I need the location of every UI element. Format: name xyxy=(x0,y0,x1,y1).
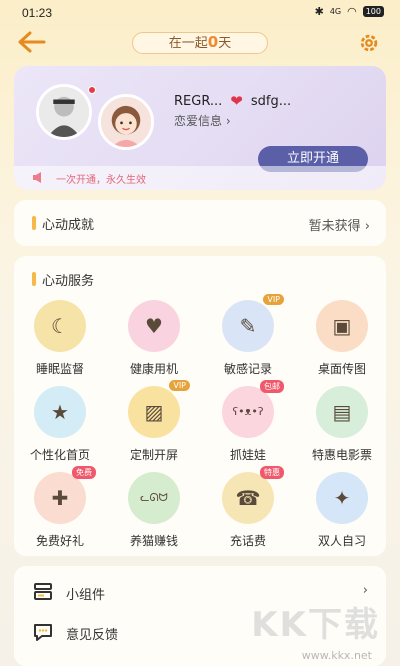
badge: VIP xyxy=(169,380,190,391)
service-cat[interactable]: ᓚᘏᗢ 养猫赚钱 xyxy=(112,472,196,549)
status-icons: ✱ 4G ◠ 100 xyxy=(315,5,384,18)
record-icon: ✎ VIP xyxy=(222,294,284,352)
feedback-icon xyxy=(34,624,52,641)
study-icon: ✦ xyxy=(316,472,368,524)
gift-icon: ✚ 免费 xyxy=(34,466,96,524)
service-sleep[interactable]: ☾ 睡眠监督 xyxy=(18,300,102,377)
widget-icon xyxy=(34,583,52,600)
section-marker xyxy=(32,272,36,286)
achievement-title: 心动成就 xyxy=(42,218,95,233)
avatar[interactable] xyxy=(36,84,92,140)
service-label: 充话费 xyxy=(229,534,266,548)
tool-label: 意见反馈 xyxy=(66,628,119,643)
gear-icon[interactable] xyxy=(358,32,380,54)
portrait-sketch-icon xyxy=(39,87,89,137)
service-label: 养猫赚钱 xyxy=(129,534,178,548)
title-suffix: 天 xyxy=(218,36,232,51)
promo-banner: 一次开通，永久生效 xyxy=(14,166,386,190)
health-icon: ♥ xyxy=(128,300,180,352)
bluetooth-icon: ✱ xyxy=(314,5,324,18)
service-label: 双人自习 xyxy=(317,534,366,548)
services-title: 心动服务 xyxy=(42,274,95,289)
service-image[interactable]: ▨ VIP 定制开屏 xyxy=(112,380,196,463)
achievement-row[interactable]: 心动成就 暂未获得 › xyxy=(14,200,386,246)
service-bear[interactable]: ʕ•ᴥ•ʔ 包邮抓娃娃 xyxy=(206,380,290,463)
service-label: 抓娃娃 xyxy=(229,448,266,462)
star-icon: ★ xyxy=(34,386,86,438)
heart-icon: ❤ xyxy=(230,92,243,110)
days-count: 0 xyxy=(207,33,219,51)
service-record[interactable]: ✎ VIP 敏感记录 xyxy=(206,294,290,377)
chevron-right-icon: › xyxy=(362,583,368,598)
header: 在一起0天 xyxy=(0,28,400,58)
badge: 包邮 xyxy=(260,380,284,393)
couple-profile-card: REGR... ❤ sdfg... 恋爱信息 › 立即开通 一次开通，永久生效 xyxy=(14,66,386,190)
service-label: 健康用机 xyxy=(129,362,178,376)
tool-label: 小组件 xyxy=(66,588,106,603)
badge: VIP xyxy=(263,294,284,305)
service-label: 敏感记录 xyxy=(223,362,272,376)
watermark-url: www.kkx.net xyxy=(301,649,372,662)
user-a-name: REGR... xyxy=(174,93,223,109)
bear-icon: ʕ•ᴥ•ʔ 包邮 xyxy=(222,380,284,438)
days-together-title: 在一起0天 xyxy=(132,32,268,54)
service-phone[interactable]: ☎ 特惠充话费 xyxy=(206,466,290,549)
service-label: 个性化首页 xyxy=(29,448,90,462)
back-arrow-icon[interactable] xyxy=(18,31,46,53)
service-label: 免费好礼 xyxy=(35,534,84,548)
love-info-link[interactable]: 恋爱信息 › xyxy=(174,112,231,129)
service-photo[interactable]: ▣ 桌面传图 xyxy=(300,300,384,377)
service-label: 睡眠监督 xyxy=(35,362,84,376)
service-star[interactable]: ★ 个性化首页 xyxy=(18,386,102,463)
speaker-icon xyxy=(33,172,41,183)
badge: 特惠 xyxy=(260,466,284,479)
wifi-icon: ◠ xyxy=(347,5,357,18)
services-section: 心动服务 ☾ 睡眠监督 ♥ 健康用机 ✎ VIP 敏感记录 ▣ 桌面传图 ★ 个性化首页 ▨ VIP 定制… xyxy=(14,256,386,556)
avatar[interactable] xyxy=(98,94,154,150)
cat-icon: ᓚᘏᗢ xyxy=(128,472,180,524)
service-label: 桌面传图 xyxy=(317,362,366,376)
service-gift[interactable]: ✚ 免费免费好礼 xyxy=(18,466,102,549)
photo-icon: ▣ xyxy=(316,300,368,352)
service-ticket[interactable]: ▤ 特惠电影票 xyxy=(300,386,384,463)
phone-icon: ☎ 特惠 xyxy=(222,466,284,524)
image-icon: ▨ VIP xyxy=(128,380,190,438)
service-study[interactable]: ✦ 双人自习 xyxy=(300,472,384,549)
ticket-icon: ▤ xyxy=(316,386,368,438)
battery-icon: 100 xyxy=(362,6,384,17)
couple-names: REGR... ❤ sdfg... xyxy=(174,92,291,110)
status-time: 01:23 xyxy=(22,6,53,20)
title-prefix: 在一起 xyxy=(168,36,208,51)
achievement-status: 暂未获得 › xyxy=(308,219,370,234)
service-label: 特惠电影票 xyxy=(311,448,372,462)
network-icon: 4G xyxy=(329,6,342,16)
service-health[interactable]: ♥ 健康用机 xyxy=(112,300,196,377)
user-b-name: sdfg... xyxy=(250,93,292,109)
section-marker xyxy=(32,216,36,230)
sleep-icon: ☾ xyxy=(34,300,86,352)
promo-text: 一次开通，永久生效 xyxy=(56,175,146,186)
watermark-logo: KK下载 xyxy=(251,605,380,645)
service-label: 定制开屏 xyxy=(129,448,178,462)
notification-dot xyxy=(88,86,96,94)
status-bar: 01:23 ✱ 4G ◠ 100 xyxy=(0,0,400,24)
cartoon-girl-icon xyxy=(101,97,151,147)
badge: 免费 xyxy=(72,466,96,479)
